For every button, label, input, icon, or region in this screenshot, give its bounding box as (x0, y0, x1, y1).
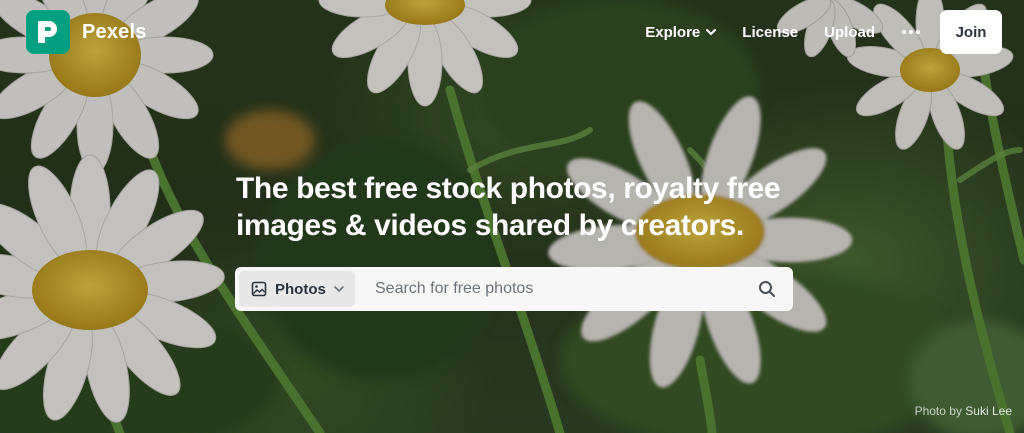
hero-headline: The best free stock photos, royalty free… (236, 170, 796, 244)
pexels-logo-link[interactable]: Pexels (26, 10, 147, 54)
search-bar: Photos (235, 267, 793, 311)
nav-upload[interactable]: Upload (811, 24, 888, 41)
top-navigation: Explore License Upload Join (632, 10, 1002, 54)
nav-explore[interactable]: Explore (632, 24, 729, 41)
search-input[interactable] (355, 268, 745, 310)
search-icon[interactable] (745, 269, 789, 309)
image-icon (251, 281, 267, 297)
brand-name: Pexels (82, 20, 147, 43)
nav-license[interactable]: License (729, 24, 811, 41)
pexels-logo-icon (26, 10, 70, 54)
chevron-down-icon (706, 28, 717, 35)
join-button[interactable]: Join (940, 10, 1002, 54)
nav-explore-label: Explore (645, 23, 701, 41)
chevron-down-icon (334, 285, 344, 292)
hero-headline-line-1: The best free stock photos, royalty free (236, 172, 781, 205)
hero-headline-line-2: images & videos shared by creators. (236, 209, 744, 242)
media-type-label: Photos (275, 280, 326, 298)
photo-author-link[interactable]: Suki Lee (965, 404, 1012, 418)
more-horizontal-icon[interactable] (888, 30, 940, 34)
media-type-dropdown[interactable]: Photos (239, 271, 355, 307)
photo-credit: Photo by Suki Lee (915, 404, 1012, 418)
photo-credit-prefix: Photo by (914, 404, 962, 418)
